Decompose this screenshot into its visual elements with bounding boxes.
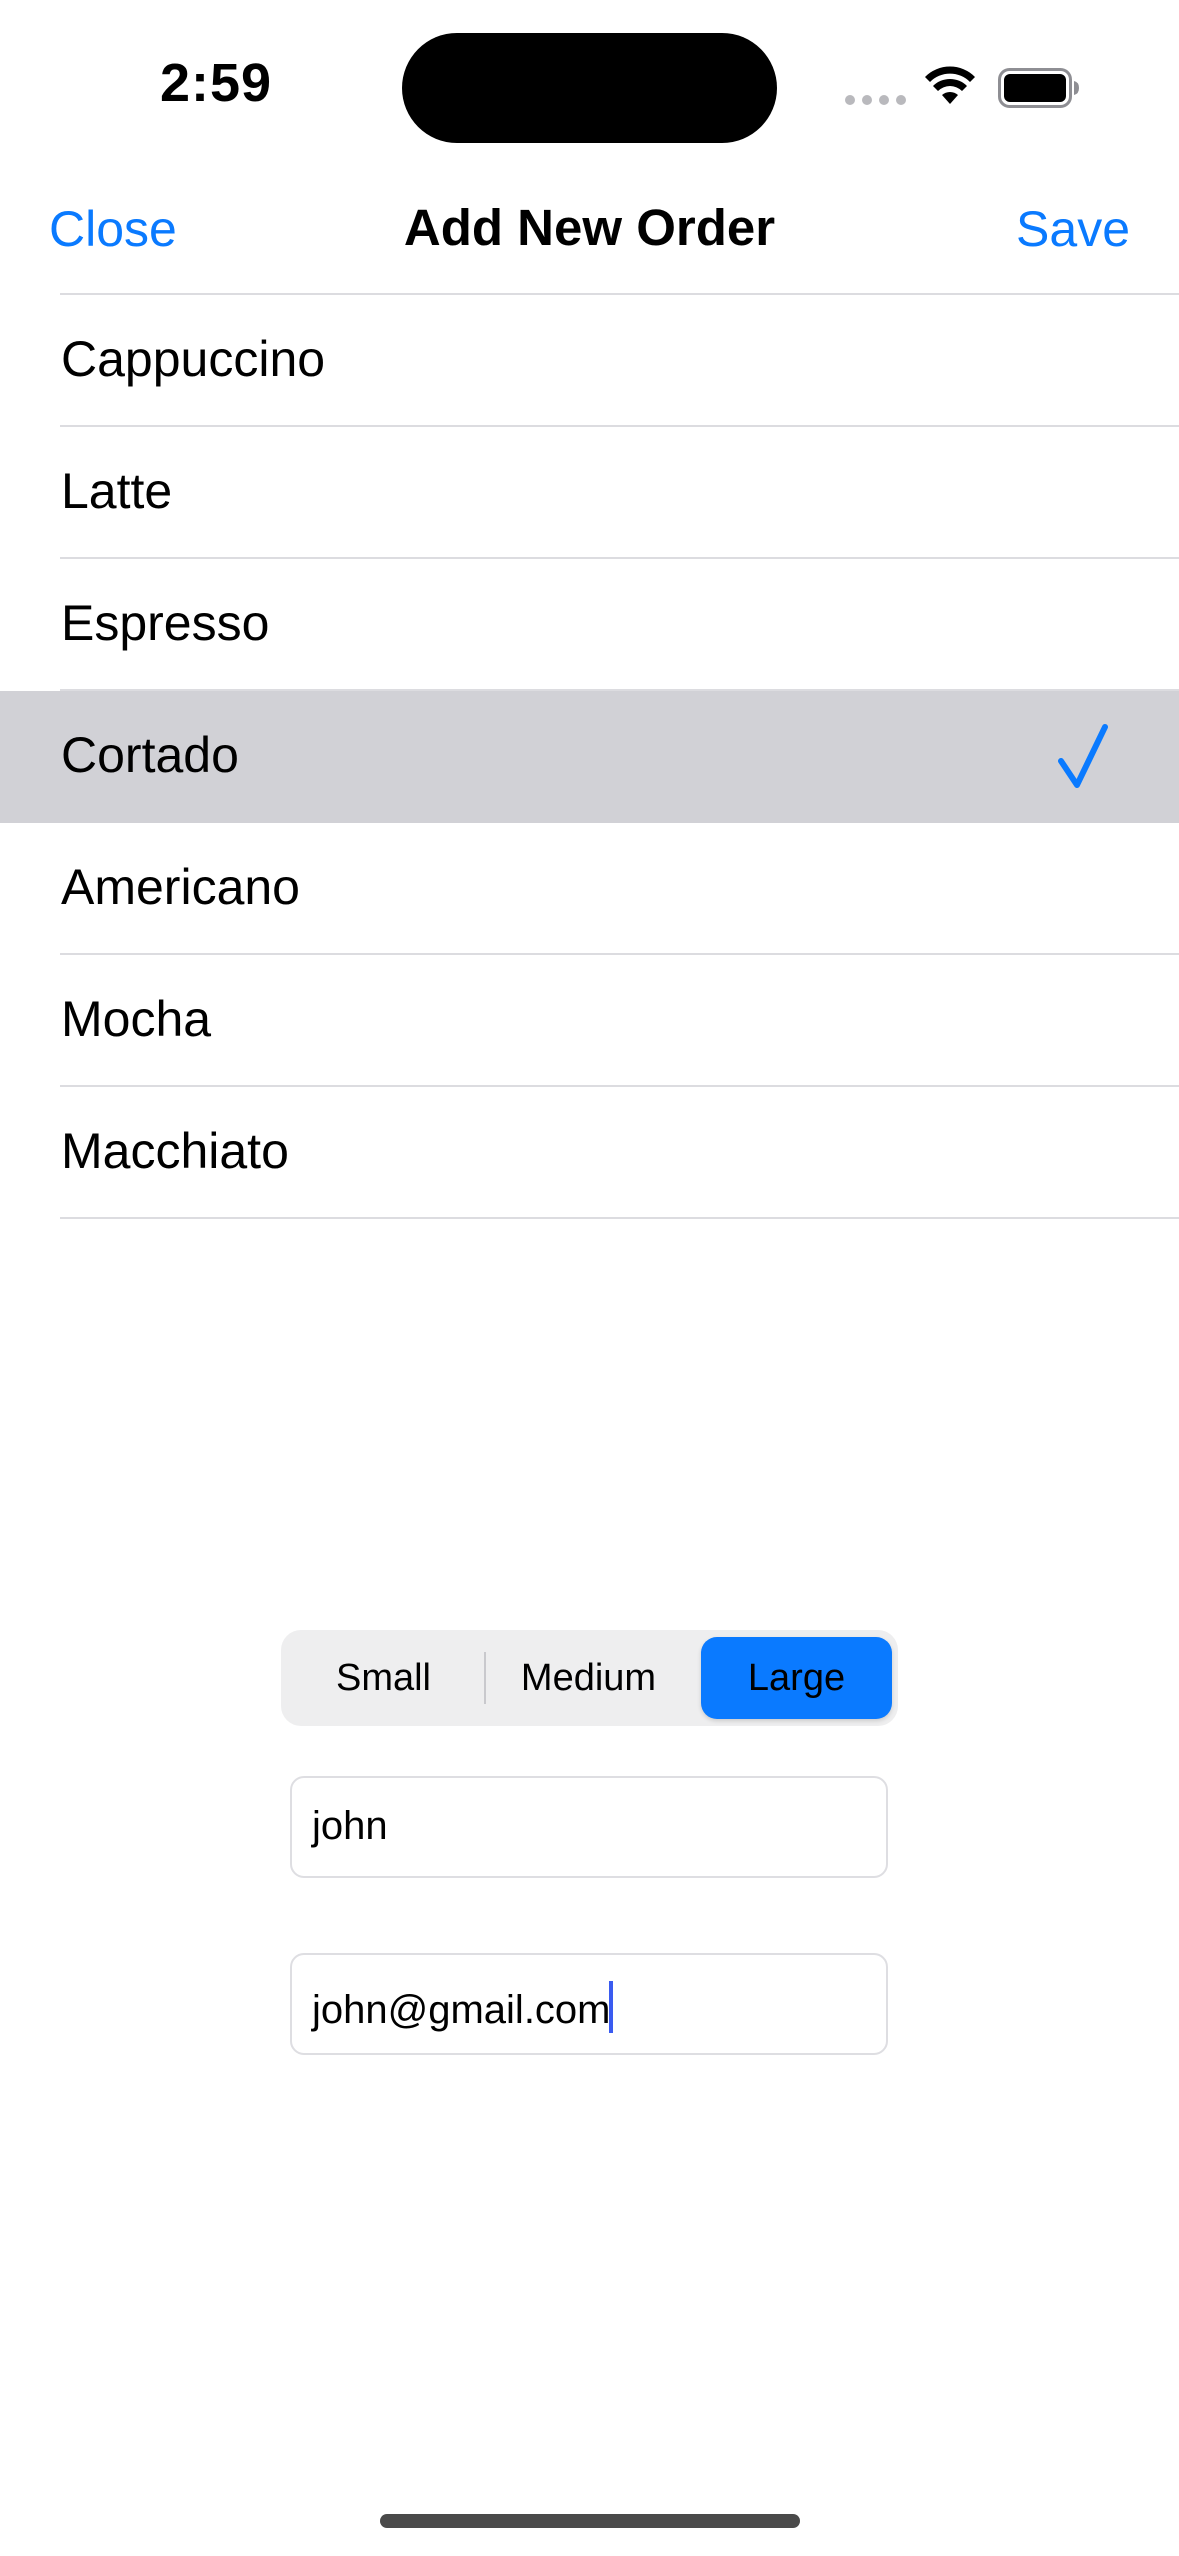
dynamic-island <box>402 33 777 143</box>
list-item-espresso[interactable]: Espresso <box>0 559 1179 691</box>
home-indicator[interactable] <box>380 2514 800 2528</box>
list-item-label: Americano <box>61 859 300 915</box>
list-item-label: Cortado <box>61 727 239 783</box>
email-field[interactable]: john@gmail.com <box>290 1953 888 2055</box>
list-item-label: Cappuccino <box>61 331 326 387</box>
segment-medium[interactable]: Medium <box>486 1630 691 1726</box>
list-item-label: Espresso <box>61 595 270 651</box>
list-item-label: Macchiato <box>61 1123 289 1179</box>
name-field[interactable]: john <box>290 1776 888 1878</box>
segment-large[interactable]: Large <box>701 1637 892 1719</box>
coffee-list: Cappuccino Latte Espresso Cortado Americ… <box>0 295 1179 1219</box>
list-item-americano[interactable]: Americano <box>0 823 1179 955</box>
email-field-value: john@gmail.com <box>312 1988 611 2032</box>
battery-icon <box>998 68 1079 108</box>
size-segmented-control: Small Medium Large <box>281 1630 898 1726</box>
cellular-signal-icon <box>845 95 906 105</box>
list-item-mocha[interactable]: Mocha <box>0 955 1179 1087</box>
page-title: Add New Order <box>403 199 776 256</box>
row-divider <box>60 1217 1179 1219</box>
navigation-bar: Close Add New Order Save <box>0 180 1179 293</box>
list-item-macchiato[interactable]: Macchiato <box>0 1087 1179 1219</box>
wifi-icon <box>925 66 975 104</box>
list-item-label: Latte <box>61 463 173 519</box>
email-field-value-wrap: john@gmail.com <box>312 1981 613 2033</box>
checkmark-icon <box>1058 724 1108 788</box>
list-item-cortado[interactable]: Cortado <box>0 691 1179 823</box>
segment-small[interactable]: Small <box>281 1630 486 1726</box>
status-time: 2:59 <box>160 53 273 113</box>
save-button[interactable]: Save <box>1016 200 1130 258</box>
text-cursor <box>608 1981 613 2033</box>
list-item-latte[interactable]: Latte <box>0 427 1179 559</box>
status-bar: 2:59 <box>0 0 1179 180</box>
list-item-cappuccino[interactable]: Cappuccino <box>0 295 1179 427</box>
list-item-label: Mocha <box>61 991 212 1047</box>
name-field-value: john <box>312 1804 388 1848</box>
